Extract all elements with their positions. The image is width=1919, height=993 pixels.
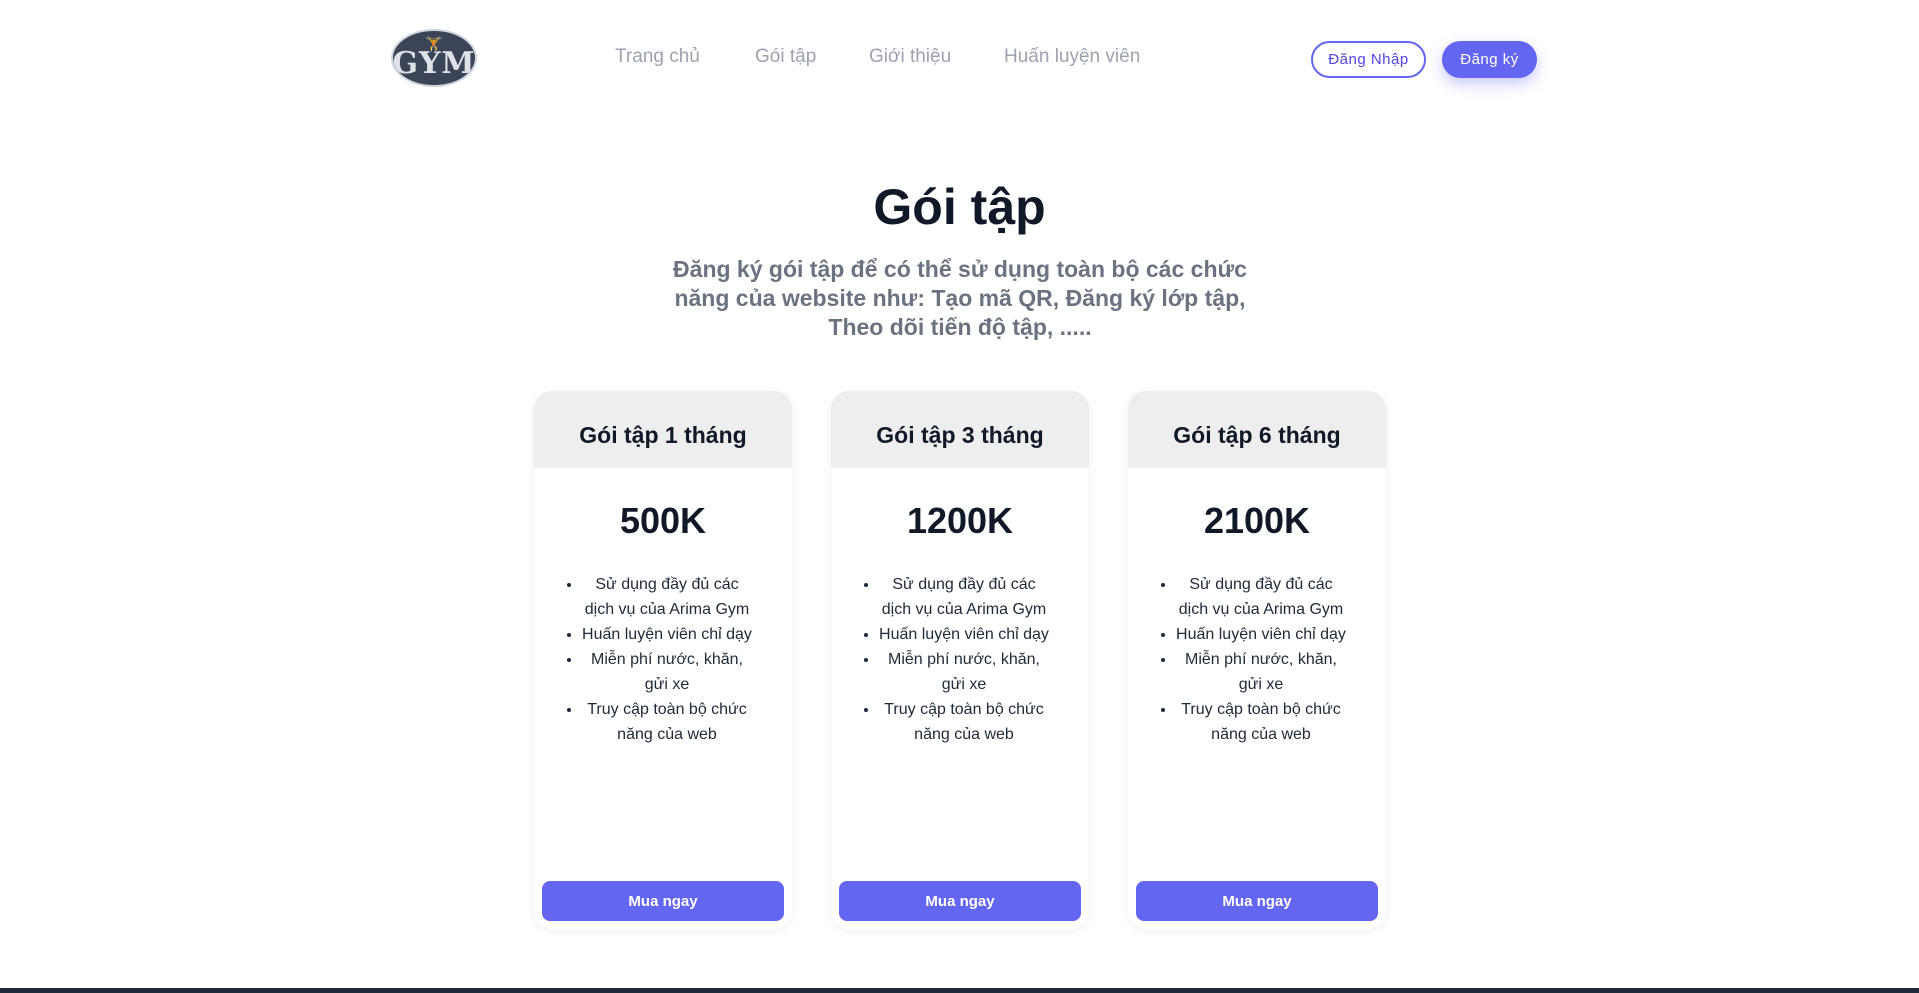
- buy-now-button[interactable]: Mua ngay: [542, 881, 784, 921]
- plan-feature: Sử dụng đầy đủ các dịch vụ của Arima Gym: [879, 572, 1049, 622]
- plan-feature: Sử dụng đầy đủ các dịch vụ của Arima Gym: [1176, 572, 1346, 622]
- plan-name: Gói tập 3 tháng: [831, 391, 1089, 468]
- plan-card-3-month: Gói tập 3 tháng 1200K Sử dụng đầy đủ các…: [831, 391, 1089, 929]
- plan-feature: Truy cập toàn bộ chức năng của web: [879, 697, 1049, 747]
- plan-feature: Huấn luyện viên chỉ dạy: [582, 622, 752, 647]
- gym-logo-icon[interactable]: 🏋 GYM: [391, 29, 477, 87]
- footer-edge: [0, 988, 1919, 993]
- plan-card-1-month: Gói tập 1 tháng 500K Sử dụng đầy đủ các …: [534, 391, 792, 929]
- plan-name: Gói tập 1 tháng: [534, 391, 792, 468]
- nav-item-home[interactable]: Trang chủ: [615, 46, 700, 68]
- login-button[interactable]: Đăng Nhập: [1311, 41, 1426, 78]
- page: 🏋 GYM Trang chủ Gói tập Giới thiệu Huấn …: [0, 0, 1919, 993]
- plan-feature: Truy cập toàn bộ chức năng của web: [582, 697, 752, 747]
- plan-feature: Miễn phí nước, khăn, gửi xe: [879, 647, 1049, 697]
- weightlifter-icon: 🏋: [425, 36, 443, 52]
- plan-price: 2100K: [1203, 500, 1311, 541]
- buy-now-button[interactable]: Mua ngay: [839, 881, 1081, 921]
- plan-feature: Miễn phí nước, khăn, gửi xe: [582, 647, 752, 697]
- site-header: 🏋 GYM Trang chủ Gói tập Giới thiệu Huấn …: [0, 0, 1919, 118]
- plan-features: Sử dụng đầy đủ các dịch vụ của Arima Gym…: [534, 572, 792, 747]
- page-subtitle: Đăng ký gói tập để có thể sử dụng toàn b…: [673, 256, 1247, 340]
- plan-card-6-month: Gói tập 6 tháng 2100K Sử dụng đầy đủ các…: [1128, 391, 1386, 929]
- plan-feature: Miễn phí nước, khăn, gửi xe: [1176, 647, 1346, 697]
- plan-name: Gói tập 6 tháng: [1128, 391, 1386, 468]
- plan-price: 1200K: [906, 500, 1014, 541]
- plan-features: Sử dụng đầy đủ các dịch vụ của Arima Gym…: [831, 572, 1089, 747]
- buy-now-button[interactable]: Mua ngay: [1136, 881, 1378, 921]
- plan-feature: Huấn luyện viên chỉ dạy: [879, 622, 1049, 647]
- nav-item-trainers[interactable]: Huấn luyện viên: [1004, 46, 1140, 68]
- plan-feature: Sử dụng đầy đủ các dịch vụ của Arima Gym: [582, 572, 752, 622]
- plan-feature: Truy cập toàn bộ chức năng của web: [1176, 697, 1346, 747]
- register-button[interactable]: Đăng ký: [1442, 41, 1537, 78]
- plan-price: 500K: [619, 500, 707, 541]
- page-title: Gói tập: [873, 179, 1046, 235]
- nav-item-about[interactable]: Giới thiệu: [869, 46, 951, 68]
- plan-feature: Huấn luyện viên chỉ dạy: [1176, 622, 1346, 647]
- plan-features: Sử dụng đầy đủ các dịch vụ của Arima Gym…: [1128, 572, 1386, 747]
- nav-item-plans[interactable]: Gói tập: [755, 46, 816, 68]
